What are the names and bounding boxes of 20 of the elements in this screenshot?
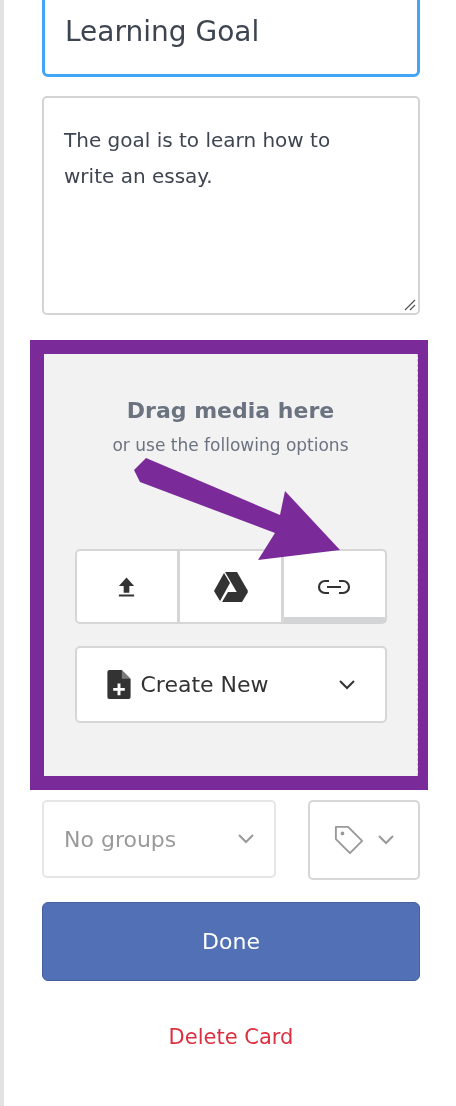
media-drop-zone[interactable]: Drag media here or use the following options Create New	[30, 340, 428, 790]
link-button[interactable]	[281, 549, 387, 624]
drop-subheading: or use the following options	[112, 435, 349, 455]
link-icon	[317, 578, 352, 595]
create-new-button[interactable]: Create New	[74, 646, 387, 723]
drive-icon	[212, 570, 249, 603]
new-file-icon	[106, 670, 131, 699]
upload-icon	[117, 575, 137, 598]
done-button[interactable]: Done	[42, 902, 420, 981]
drive-button[interactable]	[178, 549, 282, 624]
description-field[interactable]: The goal is to learn how to write an essay.	[42, 96, 420, 315]
chevron-down-icon	[238, 834, 254, 844]
title-field[interactable]: Learning Goal	[42, 0, 420, 77]
drop-heading: Drag media here	[126, 398, 335, 423]
tag-icon	[334, 825, 364, 855]
delete-card-link[interactable]: Delete Card	[168, 1025, 294, 1049]
resize-grip-icon[interactable]	[404, 299, 416, 311]
description-text: The goal is to learn how to write an essay.	[64, 128, 331, 188]
chevron-down-icon	[338, 679, 355, 690]
chevron-down-icon	[378, 835, 394, 845]
